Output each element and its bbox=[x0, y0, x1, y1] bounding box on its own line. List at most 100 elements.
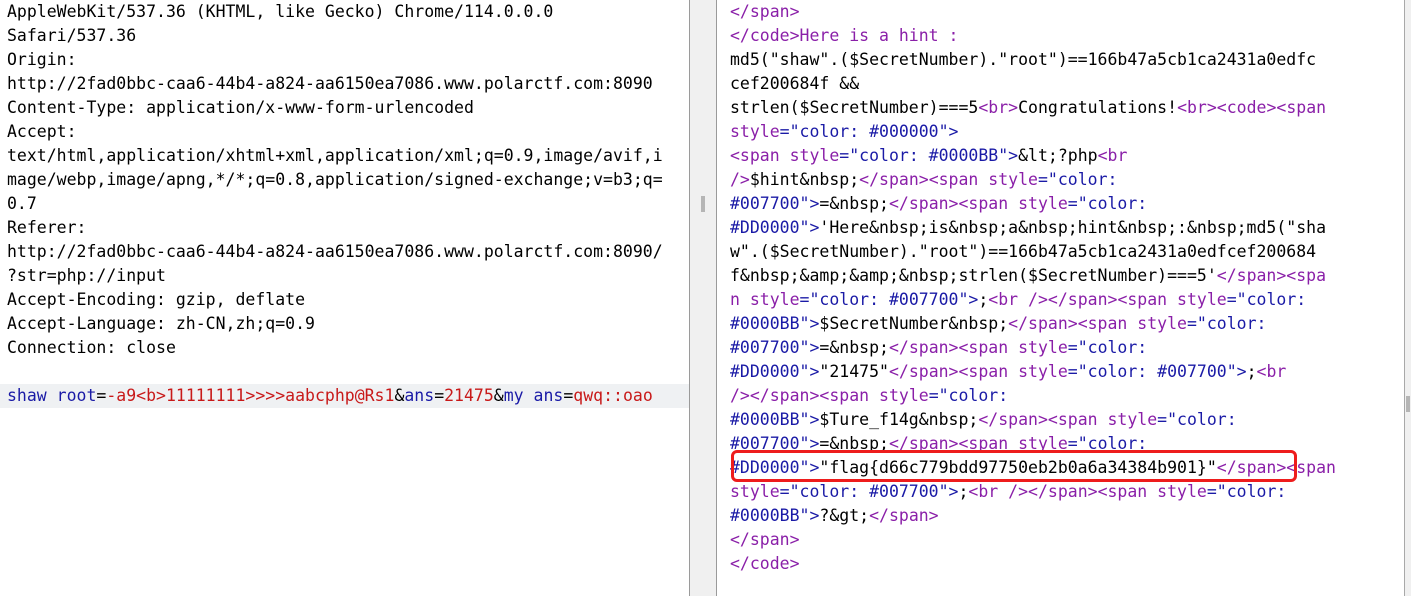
response-scrollbar[interactable] bbox=[1404, 0, 1411, 596]
response-token: ="color: #007700"> bbox=[1067, 362, 1247, 381]
response-token: ="color: bbox=[1186, 314, 1267, 333]
param-value-my-ans: qwq::oao bbox=[573, 386, 653, 405]
response-token: <span bbox=[730, 146, 790, 165]
response-token: ; bbox=[978, 290, 989, 309]
request-editor[interactable]: AppleWebKit/537.36 (KHTML, like Gecko) C… bbox=[0, 0, 689, 596]
scrollbar-grip-icon[interactable] bbox=[1406, 396, 1410, 412]
response-line: <span style="color: #0000BB">&lt;?php<br bbox=[717, 144, 1404, 168]
param-key-shaw-root: shaw root bbox=[7, 386, 97, 405]
response-token: n bbox=[730, 290, 750, 309]
response-token: <br bbox=[1097, 146, 1128, 165]
response-token: <br><code><span bbox=[1177, 98, 1327, 117]
response-token: #007700"> bbox=[730, 338, 820, 357]
response-token: ="color: bbox=[1206, 482, 1287, 501]
response-token: #0000BB"> bbox=[730, 506, 820, 525]
request-header-line: text/html,application/xhtml+xml,applicat… bbox=[7, 146, 663, 165]
response-line: /></span><span style="color: bbox=[717, 384, 1404, 408]
response-line: n style="color: #007700">;<br /></span><… bbox=[717, 288, 1404, 312]
request-header-line: Origin: bbox=[7, 50, 77, 69]
response-line: style="color: #000000"> bbox=[717, 120, 1404, 144]
param-value-ans: 21475 bbox=[444, 386, 494, 405]
response-token: ="color: bbox=[1226, 290, 1307, 309]
response-token: $hint&nbsp; bbox=[749, 170, 860, 189]
response-token: ?&gt; bbox=[819, 506, 870, 525]
response-line: #0000BB">$SecretNumber&nbsp;</span><span… bbox=[717, 312, 1404, 336]
response-token: ; bbox=[1246, 362, 1257, 381]
response-line: #007700">=&nbsp;</span><span style="colo… bbox=[717, 336, 1404, 360]
response-token: f&nbsp;&amp;&amp;&nbsp;strlen($SecretNum… bbox=[730, 266, 1217, 285]
response-token: 'Here&nbsp;is&nbsp;a&nbsp;hint&nbsp;:&nb… bbox=[819, 218, 1327, 237]
response-line: style ="color: #007700">;<br /></span><sp… bbox=[717, 480, 1404, 504]
request-header-line: AppleWebKit/537.36 (KHTML, like Gecko) C… bbox=[7, 2, 554, 21]
response-token: <br /> bbox=[968, 482, 1029, 501]
response-token: </span><span bbox=[859, 170, 989, 189]
response-token: style bbox=[1137, 314, 1187, 333]
response-line: </span> bbox=[717, 528, 1404, 552]
request-header-line: mage/webp,image/apng,*/*;q=0.8,applicati… bbox=[7, 170, 663, 189]
response-token: =&nbsp; bbox=[819, 338, 889, 357]
response-token: md5("shaw".($SecretNumber)."root")==166b… bbox=[730, 50, 1317, 69]
response-line: #0000BB">?&gt;</span> bbox=[717, 504, 1404, 528]
request-header-line: Accept-Encoding: gzip, deflate bbox=[7, 290, 306, 309]
request-body-params[interactable]: shaw root=-a9<b>11111111>>>>aabcphp@Rs1&… bbox=[0, 384, 689, 408]
response-token: </span><span bbox=[888, 338, 1019, 357]
response-token: style bbox=[1157, 482, 1207, 501]
response-token: </span><spa bbox=[1216, 266, 1327, 285]
response-token: #DD0000"> bbox=[730, 218, 820, 237]
response-token: ="color: #007700"> bbox=[779, 482, 959, 501]
request-header-line: Safari/537.36 bbox=[7, 26, 137, 45]
response-token: ="color: bbox=[1037, 170, 1118, 189]
response-line: </span> bbox=[717, 0, 1404, 24]
response-token: </span><span bbox=[888, 194, 1019, 213]
response-token: /> bbox=[730, 386, 750, 405]
request-header-line: Accept-Language: zh-CN,zh;q=0.9 bbox=[7, 314, 315, 333]
response-token: #0000BB"> bbox=[730, 410, 820, 429]
response-token: ="color: #007700"> bbox=[799, 290, 979, 309]
response-line: f&nbsp;&amp;&amp;&nbsp;strlen($SecretNum… bbox=[717, 264, 1404, 288]
request-header-line: http://2fad0bbc-caa6-44b4-a824-aa6150ea7… bbox=[7, 74, 653, 93]
response-token: ="color: bbox=[1067, 338, 1148, 357]
param-equals: = bbox=[96, 386, 107, 405]
param-equals: = bbox=[434, 386, 445, 405]
response-token: style bbox=[879, 386, 929, 405]
response-token: cef200684f && bbox=[730, 74, 860, 93]
response-token: style bbox=[730, 122, 780, 141]
response-token: ; bbox=[958, 482, 969, 501]
param-equals: = bbox=[563, 386, 574, 405]
splitter-grip-icon[interactable] bbox=[701, 196, 705, 212]
response-token: </span><span bbox=[888, 362, 1019, 381]
response-token: </span><span bbox=[1028, 482, 1158, 501]
response-line: </code>Here is a hint : bbox=[717, 24, 1404, 48]
response-token: $Ture_f14g&nbsp; bbox=[819, 410, 979, 429]
request-header-line: ?str=php://input bbox=[7, 266, 166, 285]
response-token: </span><span bbox=[1047, 290, 1178, 309]
response-token: #DD0000"> bbox=[730, 362, 820, 381]
response-token: </span><span bbox=[749, 386, 880, 405]
response-line: cef200684f && bbox=[717, 72, 1404, 96]
param-amp: & bbox=[394, 386, 405, 405]
response-token: "21475" bbox=[819, 362, 889, 381]
response-token: <br bbox=[1256, 362, 1287, 381]
response-token: ="color: bbox=[1067, 194, 1148, 213]
response-token: style bbox=[789, 146, 840, 165]
response-token: $SecretNumber&nbsp; bbox=[819, 314, 1009, 333]
response-token: </span> bbox=[730, 2, 800, 21]
param-key-ans: ans bbox=[404, 386, 435, 405]
response-line: w".($SecretNumber)."root")==166b47a5cb1c… bbox=[717, 240, 1404, 264]
pane-splitter[interactable] bbox=[689, 0, 717, 596]
flag-highlight-box bbox=[731, 450, 1297, 482]
response-token: ="color: #000000"> bbox=[779, 122, 959, 141]
param-amp: & bbox=[493, 386, 504, 405]
request-header-line: Content-Type: application/x-www-form-url… bbox=[7, 98, 474, 117]
response-line: #DD0000">"21475"</span><span style="colo… bbox=[717, 360, 1404, 384]
response-token: =&nbsp; bbox=[819, 194, 889, 213]
response-token: </code>Here is a hint : bbox=[730, 26, 959, 45]
request-header-line: Connection: close bbox=[7, 338, 176, 357]
response-line: #0000BB">$Ture_f14g&nbsp;</span><span st… bbox=[717, 408, 1404, 432]
response-token: w".($SecretNumber)."root")==166b47a5cb1c… bbox=[730, 242, 1317, 261]
response-token: &lt;?php bbox=[1018, 146, 1098, 165]
response-token: style bbox=[1177, 290, 1227, 309]
response-token: strlen($SecretNumber)===5 bbox=[730, 98, 979, 117]
response-viewer[interactable]: </span> </code>Here is a hint : md5("shaw"… bbox=[717, 0, 1404, 596]
response-token: /> bbox=[730, 170, 750, 189]
